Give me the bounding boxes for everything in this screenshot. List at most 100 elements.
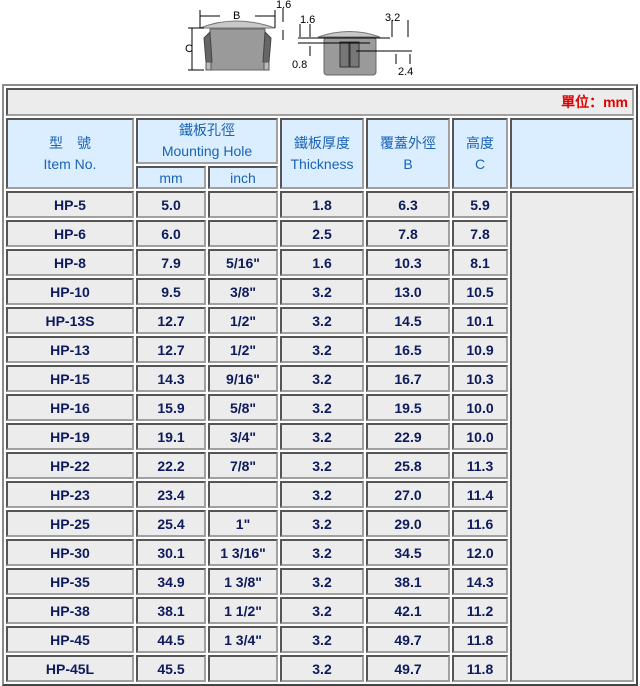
header-thickness: 鐵板厚度 Thickness xyxy=(280,118,364,189)
thickness-cell: 2.5 xyxy=(280,220,364,247)
c-cell: 10.3 xyxy=(452,365,508,392)
c-cell: 10.1 xyxy=(452,307,508,334)
header-item-en: Item No. xyxy=(43,155,97,172)
hole-mm-cell: 38.1 xyxy=(136,597,206,624)
c-cell: 14.3 xyxy=(452,568,508,595)
c-cell: 11.3 xyxy=(452,452,508,479)
header-item-zh: 型 號 xyxy=(49,134,91,151)
b-cell: 14.5 xyxy=(366,307,450,334)
header-thick-zh: 鐵板厚度 xyxy=(294,134,350,151)
c-cell: 11.6 xyxy=(452,510,508,537)
hole-mm-cell: 30.1 xyxy=(136,539,206,566)
thickness-cell: 3.2 xyxy=(280,539,364,566)
hole-mm-cell: 5.0 xyxy=(136,191,206,218)
label-c: C xyxy=(185,43,193,55)
b-cell: 49.7 xyxy=(366,655,450,682)
side-view: B C 1.6 xyxy=(185,0,291,71)
item-no-cell: HP-25 xyxy=(6,510,134,537)
b-cell: 27.0 xyxy=(366,481,450,508)
item-no-cell: HP-15 xyxy=(6,365,134,392)
hole-inch-cell xyxy=(208,220,278,247)
thickness-cell: 3.2 xyxy=(280,336,364,363)
item-no-cell: HP-16 xyxy=(6,394,134,421)
label-0-8: 0.8 xyxy=(292,59,307,71)
table-row: HP-5 5.0 1.8 6.3 5.9 xyxy=(6,191,634,682)
thickness-cell: 3.2 xyxy=(280,278,364,305)
thickness-cell: 1.6 xyxy=(280,249,364,276)
hole-plug-dimension-diagram: B C 1.6 3.2 1.6 0.8 2.4 xyxy=(185,0,413,78)
c-cell: 11.2 xyxy=(452,597,508,624)
item-no-cell: HP-13S xyxy=(6,307,134,334)
hole-mm-cell: 15.9 xyxy=(136,394,206,421)
label-2-4: 2.4 xyxy=(398,66,413,78)
header-b-en: B xyxy=(403,155,413,172)
hole-inch-cell: 9/16" xyxy=(208,365,278,392)
hole-mm-cell: 9.5 xyxy=(136,278,206,305)
b-cell: 16.7 xyxy=(366,365,450,392)
hole-mm-cell: 19.1 xyxy=(136,423,206,450)
header-hole-en: Mounting Hole xyxy=(161,143,253,159)
b-cell: 25.8 xyxy=(366,452,450,479)
header-c-zh: 高度 xyxy=(466,134,494,151)
header-mm: mm xyxy=(136,166,206,189)
b-cell: 42.1 xyxy=(366,597,450,624)
item-no-cell: HP-38 xyxy=(6,597,134,624)
header-inch: inch xyxy=(208,166,278,189)
thickness-cell: 3.2 xyxy=(280,481,364,508)
item-no-cell: HP-13 xyxy=(6,336,134,363)
label-cap-thickness: 1.6 xyxy=(276,0,291,11)
hole-mm-cell: 7.9 xyxy=(136,249,206,276)
hole-inch-cell xyxy=(208,191,278,218)
item-no-cell: HP-5 xyxy=(6,191,134,218)
item-no-cell: HP-23 xyxy=(6,481,134,508)
thickness-cell: 3.2 xyxy=(280,597,364,624)
header-blank xyxy=(510,118,634,189)
hole-inch-cell: 1 3/16" xyxy=(208,539,278,566)
b-cell: 6.3 xyxy=(366,191,450,218)
hole-plug-spec-table: 單位：mm 型 號 Item No. 鐵板孔徑 Mounting Hole 鐵板… xyxy=(2,84,638,686)
hole-mm-cell: 34.9 xyxy=(136,568,206,595)
thickness-cell: 3.2 xyxy=(280,510,364,537)
unit-note: 單位：mm xyxy=(6,88,634,116)
c-cell: 10.0 xyxy=(452,394,508,421)
hole-inch-cell: 3/4" xyxy=(208,423,278,450)
item-no-cell: HP-10 xyxy=(6,278,134,305)
header-c-en: C xyxy=(474,155,486,172)
item-no-cell: HP-45L xyxy=(6,655,134,682)
hole-mm-cell: 23.4 xyxy=(136,481,206,508)
blank-column xyxy=(510,191,634,682)
hole-mm-cell: 25.4 xyxy=(136,510,206,537)
hole-mm-cell: 12.7 xyxy=(136,307,206,334)
c-cell: 12.0 xyxy=(452,539,508,566)
item-no-cell: HP-8 xyxy=(6,249,134,276)
thickness-cell: 3.2 xyxy=(280,307,364,334)
hole-inch-cell: 5/8" xyxy=(208,394,278,421)
hole-inch-cell: 1/2" xyxy=(208,307,278,334)
b-cell: 10.3 xyxy=(366,249,450,276)
hole-inch-cell: 1 1/2" xyxy=(208,597,278,624)
b-cell: 29.0 xyxy=(366,510,450,537)
hole-inch-cell xyxy=(208,655,278,682)
item-no-cell: HP-6 xyxy=(6,220,134,247)
hole-inch-cell: 5/16" xyxy=(208,249,278,276)
c-cell: 11.4 xyxy=(452,481,508,508)
hole-mm-cell: 6.0 xyxy=(136,220,206,247)
unit-row: 單位：mm xyxy=(6,88,634,116)
hole-mm-cell: 22.2 xyxy=(136,452,206,479)
item-no-cell: HP-19 xyxy=(6,423,134,450)
hole-inch-cell: 7/8" xyxy=(208,452,278,479)
label-b: B xyxy=(233,10,240,22)
hole-mm-cell: 14.3 xyxy=(136,365,206,392)
thickness-cell: 3.2 xyxy=(280,568,364,595)
b-cell: 16.5 xyxy=(366,336,450,363)
b-cell: 38.1 xyxy=(366,568,450,595)
hole-inch-cell: 1 3/8" xyxy=(208,568,278,595)
c-cell: 10.0 xyxy=(452,423,508,450)
thickness-cell: 3.2 xyxy=(280,655,364,682)
header-item-no: 型 號 Item No. xyxy=(6,118,134,189)
header-b-zh: 覆蓋外徑 xyxy=(380,134,436,151)
label-1-6: 1.6 xyxy=(300,14,315,26)
header-row: 型 號 Item No. 鐵板孔徑 Mounting Hole 鐵板厚度 Thi… xyxy=(6,118,634,189)
c-cell: 8.1 xyxy=(452,249,508,276)
hole-mm-cell: 12.7 xyxy=(136,336,206,363)
